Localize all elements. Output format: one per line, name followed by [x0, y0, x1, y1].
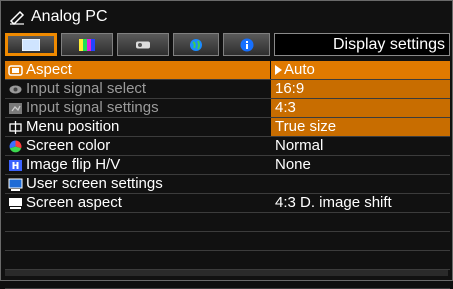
empty-row — [5, 213, 450, 232]
user-screen-icon — [8, 178, 23, 191]
screen-aspect-icon — [9, 197, 22, 209]
signal-settings-icon — [9, 102, 22, 114]
signal-icon — [9, 85, 22, 93]
empty-row — [5, 232, 450, 251]
window-title: Analog PC — [31, 8, 108, 25]
tab-bar: Display settings — [5, 33, 450, 57]
tab-display[interactable] — [5, 33, 57, 56]
window-title-bar: Analog PC — [9, 5, 108, 29]
option-16-9[interactable]: 16:9 — [271, 80, 450, 98]
menu-item-label: User screen settings — [26, 175, 163, 192]
color-wheel-icon — [9, 140, 22, 152]
menu-item-value[interactable]: 4:3 D. image shift — [271, 194, 450, 212]
option-true-size[interactable]: True size — [271, 118, 450, 136]
menu-item-screen-aspect[interactable]: Screen aspect 4:3 D. image shift — [5, 194, 450, 213]
pointer-arrow-icon — [275, 65, 282, 76]
aspect-icon — [8, 64, 23, 76]
globe-icon — [190, 38, 202, 51]
tab-color[interactable] — [61, 33, 113, 56]
menu-item-label: Screen aspect — [26, 194, 122, 211]
menu-item-user-screen-settings[interactable]: User screen settings — [5, 175, 450, 194]
menu-item-menu-position[interactable]: Menu position True size — [5, 118, 450, 137]
flip-icon — [9, 159, 22, 171]
menu-item-value[interactable]: None — [271, 156, 450, 174]
footer-bar — [5, 270, 448, 276]
menu-item-input-signal-settings[interactable]: Input signal settings 4:3 — [5, 99, 450, 118]
aspect-value: Auto — [284, 61, 315, 78]
crosshair-icon — [9, 120, 22, 134]
menu-item-image-flip[interactable]: Image flip H/V None — [5, 156, 450, 175]
menu-item-aspect[interactable]: Aspect Auto — [5, 61, 450, 80]
menu-list: Aspect Auto Input signal select 16:9 Inp… — [5, 61, 450, 289]
menu-item-label: Menu position — [26, 118, 120, 135]
empty-row — [5, 251, 450, 270]
projector-icon — [136, 41, 150, 48]
menu-item-label: Input signal select — [26, 80, 147, 97]
color-bars-icon — [79, 38, 95, 51]
option-4-3[interactable]: 4:3 — [271, 99, 450, 117]
tab-installation[interactable] — [117, 33, 169, 56]
menu-item-label: Screen color — [26, 137, 111, 154]
menu-item-value[interactable]: Normal — [271, 137, 450, 155]
info-icon — [240, 38, 253, 51]
tab-info[interactable] — [223, 33, 270, 56]
menu-item-input-signal-select[interactable]: Input signal select 16:9 — [5, 80, 450, 99]
pen-icon — [9, 10, 25, 25]
menu-item-label: Image flip H/V — [26, 156, 121, 173]
screen-icon — [22, 38, 40, 51]
menu-item-label: Input signal settings — [26, 99, 159, 116]
menu-item-value[interactable]: Auto — [271, 61, 450, 79]
tab-network[interactable] — [173, 33, 219, 56]
menu-item-label: Aspect — [26, 61, 72, 78]
menu-item-value[interactable] — [271, 175, 450, 193]
projector-menu: Analog PC Display settings Aspect Auto I… — [0, 0, 453, 289]
section-header: Display settings — [274, 33, 450, 56]
menu-item-screen-color[interactable]: Screen color Normal — [5, 137, 450, 156]
